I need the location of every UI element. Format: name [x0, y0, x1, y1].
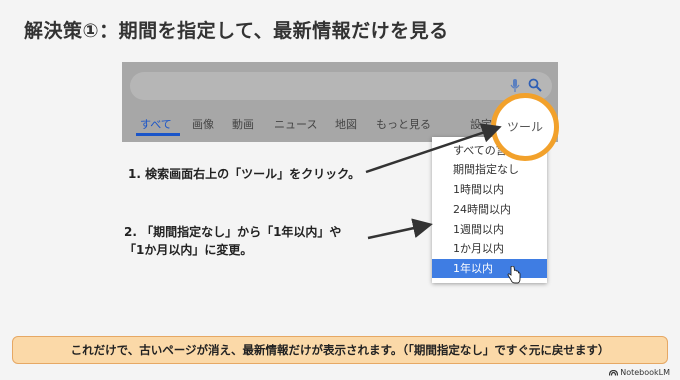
dropdown-item[interactable]: 1週間以内 — [432, 220, 547, 239]
tab-settings[interactable]: 設定 — [470, 116, 492, 132]
instruction-step-2-line-2: 「1か月以内」に変更。 — [124, 243, 253, 257]
tab-images[interactable]: 画像 — [192, 116, 214, 132]
dropdown-item[interactable]: 1か月以内 — [432, 239, 547, 258]
dropdown-item-selected[interactable]: 1年以内 — [432, 259, 547, 278]
hand-cursor-icon — [507, 266, 521, 284]
dropdown-item[interactable]: 1時間以内 — [432, 180, 547, 199]
tab-all[interactable]: すべて — [140, 116, 172, 132]
mic-icon[interactable] — [510, 79, 520, 93]
instruction-step-2-line-1: 2. 「期間指定なし」から「1年以内」や — [124, 225, 342, 239]
tab-more[interactable]: もっと見る — [376, 116, 431, 132]
tab-maps[interactable]: 地図 — [335, 116, 357, 132]
search-input[interactable] — [130, 72, 552, 100]
dropdown-item[interactable]: 24時間以内 — [432, 200, 547, 219]
dropdown-item[interactable]: 期間指定なし — [432, 160, 547, 179]
slide-title: 解決策①：期間を指定して、最新情報だけを見る — [24, 20, 449, 42]
brand-label: NotebookLM — [620, 368, 670, 377]
tools-button[interactable]: ツール — [496, 98, 554, 156]
notebooklm-icon — [608, 369, 618, 376]
tab-videos[interactable]: 動画 — [232, 116, 254, 132]
active-tab-underline — [136, 133, 180, 136]
search-icon[interactable] — [528, 78, 542, 92]
tab-news[interactable]: ニュース — [274, 116, 317, 132]
pointer-arrows — [365, 123, 502, 240]
tools-highlight-ring: ツール — [491, 93, 559, 161]
instruction-step-1: 1. 検索画面右上の「ツール」をクリック。 — [128, 167, 361, 181]
arrow-to-dropdown — [367, 218, 433, 240]
notebooklm-logo: NotebookLM — [608, 368, 670, 377]
summary-banner: これだけで、古いページが消え、最新情報だけが表示されます。（「期間指定なし」です… — [12, 336, 668, 364]
